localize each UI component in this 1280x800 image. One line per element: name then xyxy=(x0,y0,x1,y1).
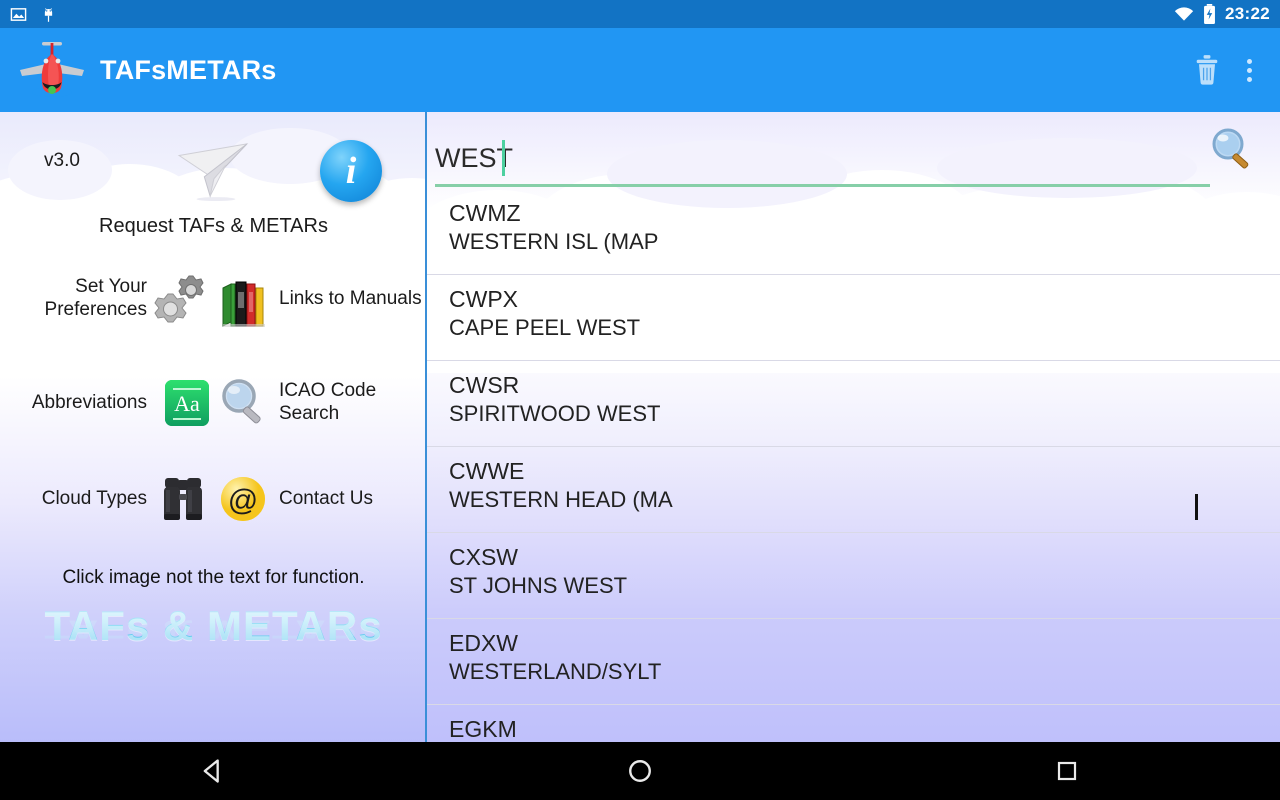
magnifier-icon[interactable] xyxy=(213,374,273,432)
magnifier-search-icon[interactable] xyxy=(1206,124,1258,176)
dot xyxy=(1247,67,1252,73)
list-item[interactable]: CWSR SPIRITWOOD WEST xyxy=(427,361,1280,447)
trash-icon[interactable] xyxy=(1193,54,1221,86)
triangle-back-icon xyxy=(203,759,220,783)
result-icao-code: CWPX xyxy=(449,286,518,312)
result-station-name: CAPE PEEL WEST xyxy=(449,314,641,340)
result-station-name: SPIRITWOOD WEST xyxy=(449,400,661,426)
list-item[interactable]: EGKM xyxy=(427,705,1280,742)
search-bar xyxy=(427,112,1280,189)
app-version: v3.0 xyxy=(44,150,80,171)
result-icao-code: CWMZ xyxy=(449,200,521,226)
menu-row-3: Cloud Types @ Contact Us xyxy=(0,470,425,528)
text-caret xyxy=(502,140,505,176)
abbreviations-aa-icon[interactable]: Aa xyxy=(153,374,213,432)
list-item[interactable]: CWMZ WESTERN ISL (MAP xyxy=(427,189,1280,275)
list-item[interactable]: CXSW ST JOHNS WEST xyxy=(427,533,1280,619)
menu-label: Cloud Types xyxy=(41,487,147,509)
menu-item-abbreviations[interactable]: Abbreviations Aa xyxy=(0,374,213,432)
paper-plane-icon[interactable] xyxy=(175,140,253,202)
menu-item-cloud-types[interactable]: Cloud Types xyxy=(0,470,213,528)
overflow-menu-button[interactable] xyxy=(1247,58,1252,82)
menu-label: ICAO Code Search xyxy=(279,380,377,424)
status-bar: 23:22 xyxy=(0,0,1280,28)
dot xyxy=(1247,58,1252,64)
menu-row-2: Abbreviations Aa ICAO Code Search xyxy=(0,374,425,432)
image-icon xyxy=(10,7,27,21)
app-bar: TAFsMETARs xyxy=(0,28,1280,112)
home-button[interactable] xyxy=(427,758,854,784)
menu-label: Set Your Preferences xyxy=(44,276,147,320)
result-station-name: WESTERN HEAD (MA xyxy=(449,486,673,512)
android-head-icon xyxy=(44,7,53,22)
result-icao-code: CXSW xyxy=(449,544,518,570)
dot xyxy=(1247,76,1252,82)
search-underline xyxy=(435,184,1210,187)
search-input[interactable] xyxy=(435,136,1215,180)
android-nav-bar xyxy=(0,742,1280,800)
svg-text:@: @ xyxy=(228,484,258,517)
result-station-name: WESTERLAND/SYLT xyxy=(449,658,662,684)
left-menu-panel: v3.0 i Request TAFs & METARs Set Your Pr… xyxy=(0,112,427,742)
tafs-metars-logo-art: TAFs & METARs TAFs & METARs xyxy=(0,602,425,692)
menu-row-1: Set Your Preferences Links to Manuals xyxy=(0,270,425,328)
info-glyph: i xyxy=(345,150,357,192)
main-content: v3.0 i Request TAFs & METARs Set Your Pr… xyxy=(0,112,1280,742)
menu-label: Abbreviations xyxy=(31,391,147,413)
result-station-name: ST JOHNS WEST xyxy=(449,572,628,598)
search-results-list[interactable]: CWMZ WESTERN ISL (MAP CWPX CAPE PEEL WEST CW… xyxy=(427,189,1280,742)
list-text-caret xyxy=(1195,494,1198,520)
menu-label: Contact Us xyxy=(279,487,373,509)
menu-item-icao-code-search[interactable]: ICAO Code Search xyxy=(213,374,425,432)
at-sign-icon[interactable]: @ xyxy=(213,470,273,528)
result-icao-code: EGKM xyxy=(449,716,517,742)
wifi-icon xyxy=(1174,7,1194,21)
svg-text:Aa: Aa xyxy=(174,391,200,416)
circle-home-icon xyxy=(629,760,651,782)
recents-button[interactable] xyxy=(853,759,1280,783)
list-item[interactable]: CWWE WESTERN HEAD (MA xyxy=(427,447,1280,533)
status-bar-clock: 23:22 xyxy=(1225,4,1270,23)
app-screen: 23:22 TAFsMETARs v3.0 i Request TAFs & M… xyxy=(0,0,1280,800)
result-icao-code: CWSR xyxy=(449,372,520,398)
search-results-panel: CWMZWESTERN ISL (MAPCWPXCAPE PEEL WESTCW… xyxy=(427,112,1280,742)
menu-item-set-your-preferences[interactable]: Set Your Preferences xyxy=(0,270,213,328)
status-bar-notifications xyxy=(10,6,56,23)
app-bar-actions xyxy=(1193,54,1264,86)
app-title: TAFsMETARs xyxy=(100,54,277,85)
request-tafs-metars-label: Request TAFs & METARs xyxy=(99,215,328,237)
result-icao-code: EDXW xyxy=(449,630,518,656)
binoculars-icon[interactable] xyxy=(153,470,213,528)
list-item[interactable]: CWPX CAPE PEEL WEST xyxy=(427,275,1280,361)
back-button[interactable] xyxy=(0,757,427,785)
red-airplane-icon xyxy=(20,42,84,97)
list-item[interactable]: EDXW WESTERLAND/SYLT xyxy=(427,619,1280,705)
battery-charging-icon xyxy=(1204,4,1215,24)
menu-label: Links to Manuals xyxy=(279,287,422,309)
info-circle-icon[interactable]: i xyxy=(320,140,382,202)
click-image-hint: Click image not the text for function. xyxy=(62,567,365,588)
result-station-name: WESTERN ISL (MAP xyxy=(449,228,659,254)
menu-item-contact-us[interactable]: @ Contact Us xyxy=(213,470,425,528)
menu-item-links-to-manuals[interactable]: Links to Manuals xyxy=(213,270,425,328)
status-bar-system: 23:22 xyxy=(1174,4,1270,24)
logo-text-reflection: TAFs & METARs xyxy=(0,614,425,644)
gears-icon[interactable] xyxy=(153,270,213,328)
books-icon[interactable] xyxy=(213,270,273,328)
result-icao-code: CWWE xyxy=(449,458,525,484)
square-recents-icon xyxy=(1057,761,1076,781)
